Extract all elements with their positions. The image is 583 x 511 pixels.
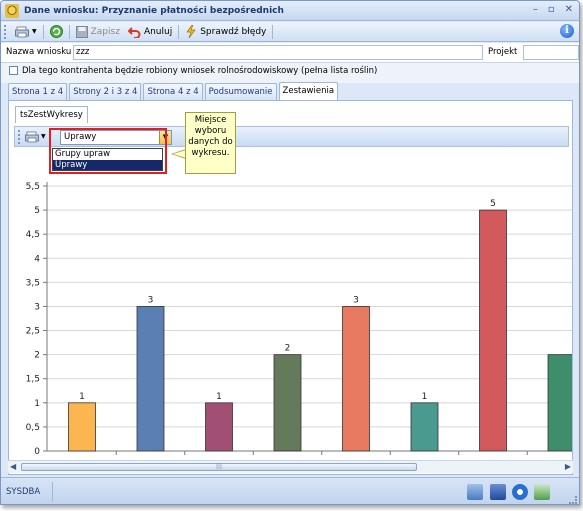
app-icon (5, 3, 19, 18)
printer-icon (15, 26, 29, 37)
resize-grip[interactable] (569, 496, 577, 504)
tab-strip: Strona 1 z 4 Strony 2 i 3 z 4 Strona 4 z… (8, 82, 340, 100)
scroll-left-icon[interactable]: ◀ (10, 462, 16, 471)
close-icon[interactable]: ✕ (565, 4, 573, 15)
tab-summary[interactable]: Podsumowanie (204, 83, 277, 100)
minimize-icon[interactable]: – (533, 4, 538, 15)
data-label: 3 (148, 295, 154, 305)
horizontal-scrollbar[interactable]: ◀ ||| ▶ (8, 460, 573, 473)
y-tick-label: 2 (34, 351, 40, 361)
printer-icon (25, 131, 39, 142)
status-user: SYSDBA (6, 487, 41, 497)
bar (68, 402, 96, 452)
window-title: Dane wniosku: Przyznanie płatności bezpo… (24, 5, 284, 16)
bar (342, 306, 370, 452)
status-separator (52, 482, 53, 502)
tab-charts[interactable]: tsZestWykresy (15, 106, 88, 123)
cancel-button[interactable]: Anuluj (124, 23, 176, 41)
form-row-name: Nazwa wniosku zzz Projekt (1, 43, 579, 63)
project-input[interactable] (523, 45, 579, 60)
y-tick-label: 5,5 (26, 182, 40, 192)
grid-icon[interactable] (467, 484, 483, 500)
save-button[interactable]: Zapisz (72, 23, 124, 41)
y-tick-label: 0,5 (26, 423, 40, 433)
settings-icon[interactable] (512, 484, 528, 500)
exit-icon[interactable] (534, 484, 550, 500)
chart-print-button[interactable]: ▼ (25, 131, 46, 143)
database-icon[interactable] (490, 484, 506, 500)
status-bar: SYSDBA (1, 477, 579, 504)
annotation-callout: Miejsce wyboru danych do wykresu. (185, 112, 236, 174)
data-label: 1 (216, 392, 222, 402)
y-tick-label: 4 (34, 254, 40, 264)
data-label: 5 (490, 199, 496, 209)
y-tick-label: 3 (34, 302, 40, 312)
name-label: Nazwa wniosku (6, 47, 72, 57)
toolbar-grip[interactable] (4, 24, 7, 39)
y-tick-label: 1 (34, 399, 40, 409)
bar-chart: 0 0,5 1 1,5 2 2,5 3 3,5 4 4,5 5 5,5 1 3 1 2 3 1 5 (26, 182, 572, 457)
data-label: 1 (422, 392, 428, 402)
bar (273, 354, 302, 452)
agri-env-checkbox-label: Dla tego kontrahenta będzie robiony wnio… (22, 66, 378, 76)
chevron-down-icon: ▼ (41, 133, 46, 140)
check-errors-button[interactable]: Sprawdź błędy (181, 23, 270, 41)
undo-icon (127, 26, 141, 38)
bar (410, 402, 439, 452)
title-bar: Dane wniosku: Przyznanie płatności bezpo… (1, 1, 579, 21)
restore-icon[interactable]: ▫ (548, 4, 555, 15)
bar (136, 306, 165, 452)
main-toolbar: ▼ Zapisz Anuluj Sprawdź błędy (1, 22, 579, 42)
tab-page-1[interactable]: Strona 1 z 4 (8, 83, 68, 100)
chart-toolbar-grip[interactable] (18, 129, 21, 144)
name-input[interactable]: zzz (73, 45, 483, 60)
y-tick-label: 3,5 (26, 278, 40, 288)
toolbar-separator (68, 24, 70, 39)
y-tick-label: 0 (34, 447, 40, 457)
data-label: 1 (79, 392, 85, 402)
toolbar-separator (178, 24, 180, 39)
refresh-icon (49, 25, 63, 38)
y-tick-label: 1,5 (26, 375, 40, 385)
data-label: 2 (285, 344, 291, 354)
help-icon[interactable]: i (560, 24, 574, 38)
scrollbar-thumb[interactable]: ||| (21, 463, 417, 471)
check-errors-label: Sprawdź błędy (200, 26, 267, 37)
refresh-button[interactable] (46, 23, 67, 41)
tab-pages-2-3[interactable]: Strony 2 i 3 z 4 (69, 83, 142, 100)
project-label: Projekt (488, 47, 518, 57)
bar (479, 209, 507, 452)
toolbar-separator (272, 24, 274, 39)
chevron-down-icon: ▼ (32, 28, 37, 35)
print-button[interactable]: ▼ (11, 23, 41, 41)
y-tick-label: 4,5 (26, 230, 40, 240)
window: Dane wniosku: Przyznanie płatności bezpo… (0, 0, 580, 505)
lightning-icon (186, 25, 196, 38)
dropdown-option-crop-groups[interactable]: Grupy upraw (53, 149, 162, 160)
toolbar-separator (42, 24, 44, 39)
save-label: Zapisz (90, 26, 120, 37)
y-tick-label: 5 (34, 206, 40, 216)
bar (547, 354, 572, 452)
data-source-dropdown-list: Grupy upraw Uprawy (52, 148, 163, 171)
data-label: 3 (353, 295, 359, 305)
dropdown-option-crops[interactable]: Uprawy (53, 159, 162, 170)
bar (205, 402, 233, 452)
floppy-icon (75, 25, 88, 38)
tab-reports[interactable]: Zestawienia (278, 82, 339, 100)
tab-page-4[interactable]: Strona 4 z 4 (143, 83, 203, 100)
scroll-right-icon[interactable]: ▶ (565, 462, 571, 471)
agri-env-checkbox[interactable] (9, 66, 18, 75)
cancel-label: Anuluj (143, 26, 173, 37)
y-tick-label: 2,5 (26, 327, 40, 337)
